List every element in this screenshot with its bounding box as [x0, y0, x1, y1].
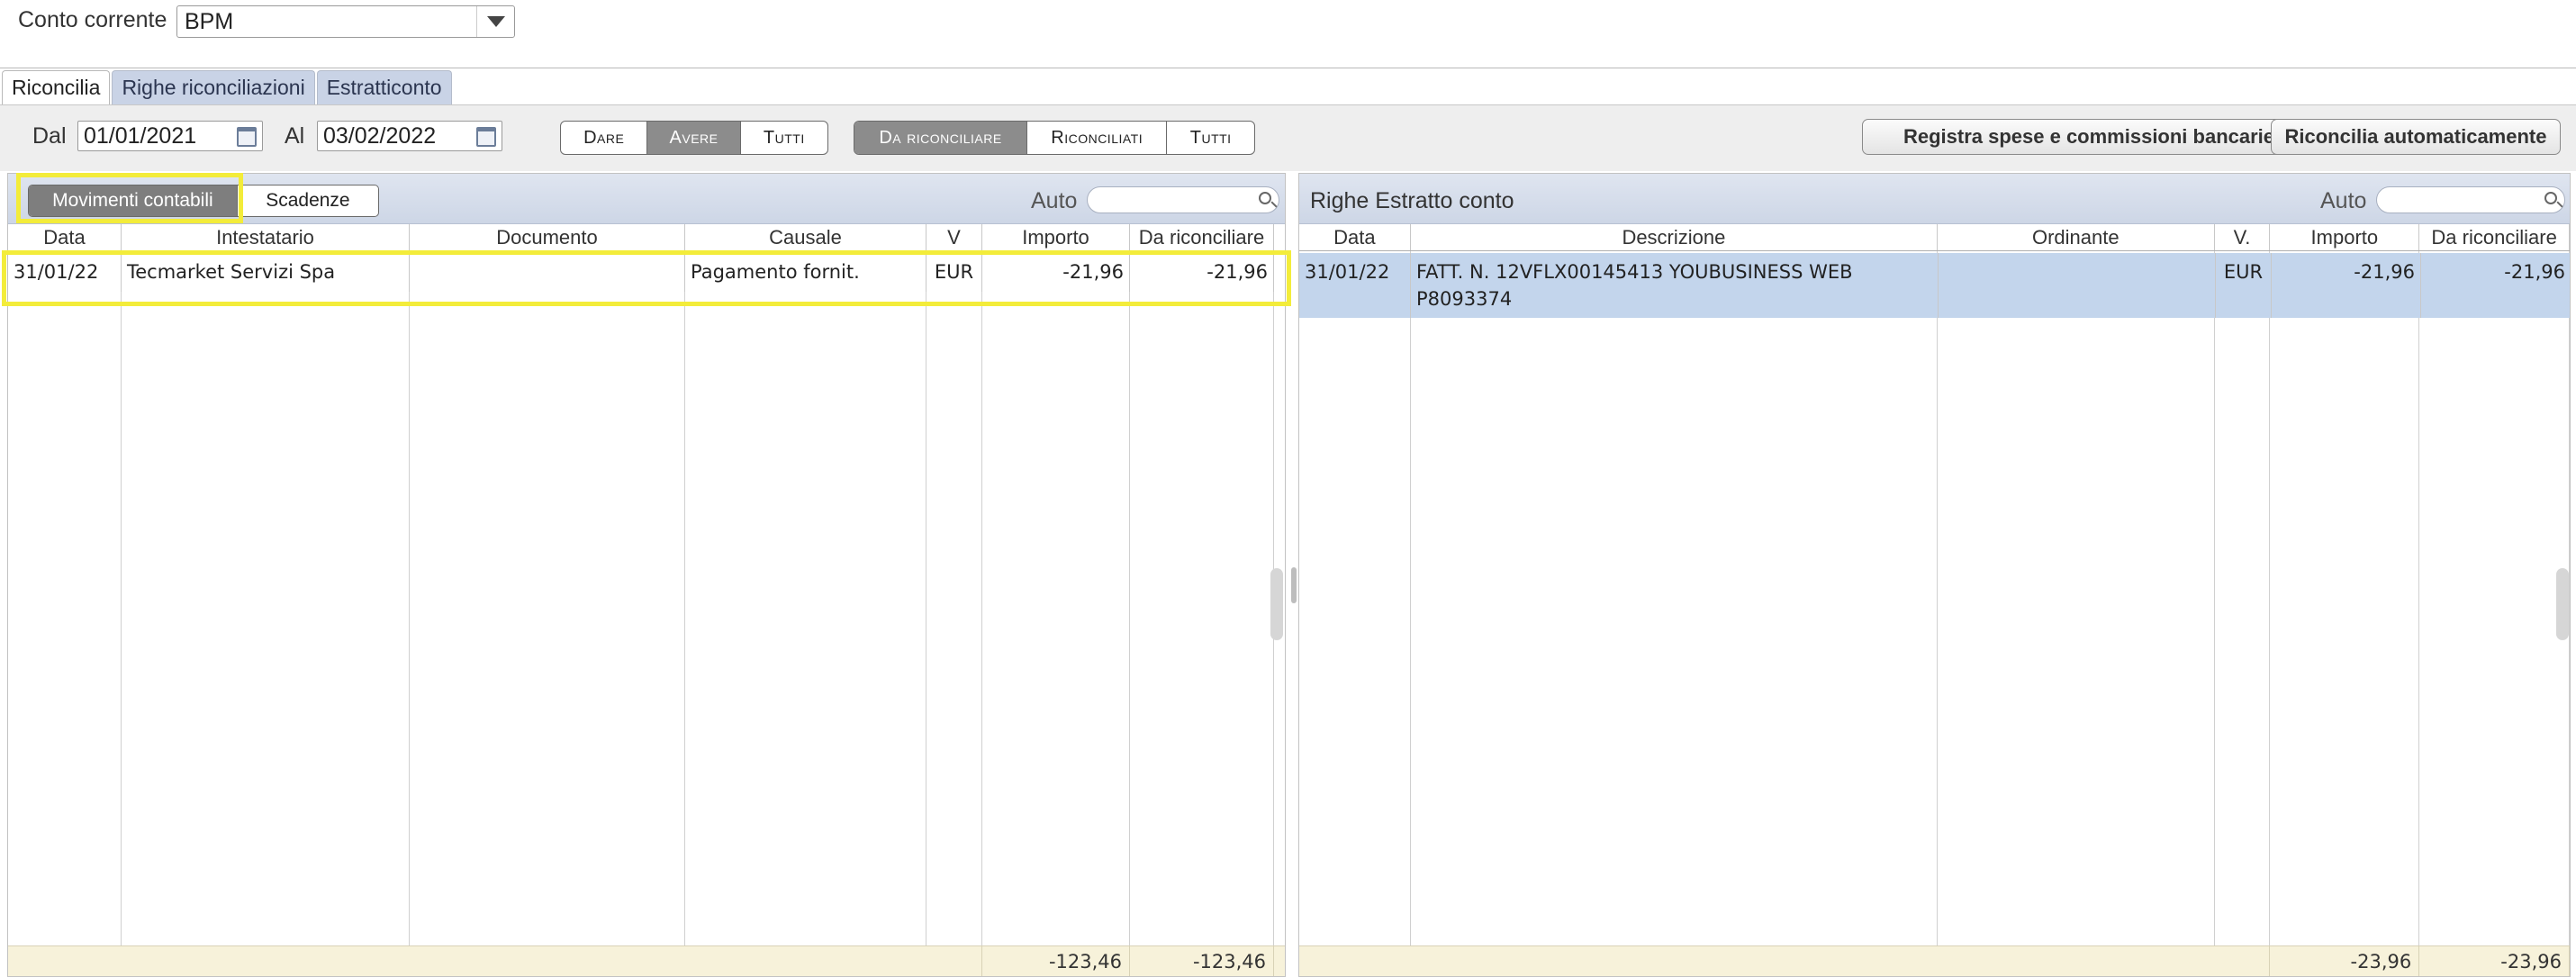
- col-v[interactable]: V.: [2215, 224, 2271, 250]
- col-importo[interactable]: Importo: [2270, 224, 2420, 250]
- cell-data: 31/01/22: [1299, 253, 1411, 318]
- total-da-riconciliare: -123,46: [1130, 946, 1274, 976]
- descrizione-line-1: FATT. N. 12VFLX00145413 YOUBUSINESS WEB: [1416, 261, 1853, 283]
- movimenti-search-input[interactable]: [1087, 186, 1279, 213]
- col-descrizione[interactable]: Descrizione: [1411, 224, 1938, 250]
- movimenti-scrollbar[interactable]: [1270, 568, 1283, 640]
- segment-tutti-status[interactable]: Tutti: [1166, 122, 1254, 154]
- panel-splitter-handle[interactable]: [1291, 567, 1297, 603]
- account-select[interactable]: BPM: [176, 5, 515, 38]
- status-segmented: Da riconciliare Riconciliati Tutti: [854, 121, 1255, 155]
- total-importo: -23,96: [2270, 946, 2420, 976]
- from-date-label: Dal: [32, 123, 67, 149]
- col-intestatario[interactable]: Intestatario: [122, 224, 410, 250]
- tab-estratticonto[interactable]: Estratticonto: [316, 70, 452, 104]
- account-label: Conto corrente: [18, 7, 167, 32]
- col-da-riconciliare[interactable]: Da riconciliare: [2419, 224, 2570, 250]
- col-data[interactable]: Data: [8, 224, 122, 250]
- col-documento[interactable]: Documento: [410, 224, 685, 250]
- estratto-grid: [1299, 251, 2570, 945]
- movimenti-column-headers: Data Intestatario Documento Causale V Im…: [8, 224, 1285, 251]
- tab-righe-riconciliazioni[interactable]: Righe riconciliazioni: [112, 70, 315, 104]
- highlight-movimenti-row: [2, 250, 1291, 306]
- cell-da-riconciliare: -21,96: [2421, 253, 2570, 318]
- descrizione-line-2: P8093374: [1416, 288, 1513, 310]
- col-data[interactable]: Data: [1299, 224, 1411, 250]
- filter-toolbar: Dal 01/01/2021 Al 03/02/2022 Dare Avere …: [0, 104, 2576, 171]
- to-date-value: 03/02/2022: [323, 122, 437, 149]
- cell-descrizione: FATT. N. 12VFLX00145413 YOUBUSINESS WEB …: [1411, 253, 1939, 318]
- cell-ordinante: [1939, 253, 2216, 318]
- calendar-icon[interactable]: [237, 127, 257, 147]
- tab-riconcilia[interactable]: Riconcilia: [2, 70, 111, 104]
- highlight-movimenti-toggle: [16, 173, 243, 223]
- estratto-totals: -23,96 -23,96: [1299, 945, 2570, 976]
- cell-importo: -21,96: [2272, 253, 2421, 318]
- col-importo[interactable]: Importo: [982, 224, 1130, 250]
- movimenti-grid: [8, 251, 1285, 945]
- estratto-column-headers: Data Descrizione Ordinante V. Importo Da…: [1299, 224, 2570, 251]
- auto-label: Auto: [1031, 188, 1078, 213]
- table-row[interactable]: 31/01/22 FATT. N. 12VFLX00145413 YOUBUSI…: [1299, 253, 2570, 318]
- cell-v: EUR: [2216, 253, 2272, 318]
- auto-label: Auto: [2320, 188, 2367, 213]
- to-date-label: Al: [285, 123, 305, 149]
- segment-tutti[interactable]: Tutti: [739, 122, 827, 154]
- total-da-riconciliare: -23,96: [2419, 946, 2570, 976]
- estratto-panel-header: Righe Estratto conto Auto: [1299, 174, 2570, 224]
- segment-riconciliati[interactable]: Riconciliati: [1026, 122, 1166, 154]
- estratto-panel-title: Righe Estratto conto: [1310, 188, 1514, 213]
- auto-reconcile-button[interactable]: Riconcilia automaticamente: [2271, 119, 2561, 155]
- col-v[interactable]: V: [926, 224, 982, 250]
- account-select-value: BPM: [185, 8, 234, 34]
- movimenti-totals: -123,46 -123,46: [8, 945, 1285, 976]
- total-importo: -123,46: [982, 946, 1130, 976]
- to-date-field[interactable]: 03/02/2022: [317, 121, 502, 151]
- from-date-value: 01/01/2021: [84, 122, 197, 149]
- segment-da-riconciliare[interactable]: Da riconciliare: [854, 122, 1027, 154]
- toggle-scadenze[interactable]: Scadenze: [236, 185, 378, 216]
- col-da-riconciliare[interactable]: Da riconciliare: [1130, 224, 1274, 250]
- col-ordinante[interactable]: Ordinante: [1938, 224, 2215, 250]
- from-date-field[interactable]: 01/01/2021: [77, 121, 263, 151]
- search-icon: [2544, 192, 2557, 204]
- chevron-down-icon[interactable]: [476, 6, 514, 37]
- direction-segmented: Dare Avere Tutti: [560, 121, 828, 155]
- calendar-icon[interactable]: [476, 127, 496, 147]
- estratto-panel: Righe Estratto conto Auto Data Descrizio…: [1298, 173, 2571, 977]
- tab-bar: Riconcilia Righe riconciliazioni Estratt…: [0, 70, 452, 104]
- segment-dare[interactable]: Dare: [561, 122, 646, 154]
- search-icon: [1259, 192, 1271, 204]
- col-causale[interactable]: Causale: [685, 224, 926, 250]
- estratto-scrollbar[interactable]: [2556, 568, 2569, 640]
- estratto-search-input[interactable]: [2376, 186, 2565, 213]
- segment-avere[interactable]: Avere: [646, 122, 740, 154]
- register-fees-button[interactable]: Registra spese e commissioni bancarie: [1862, 119, 2316, 155]
